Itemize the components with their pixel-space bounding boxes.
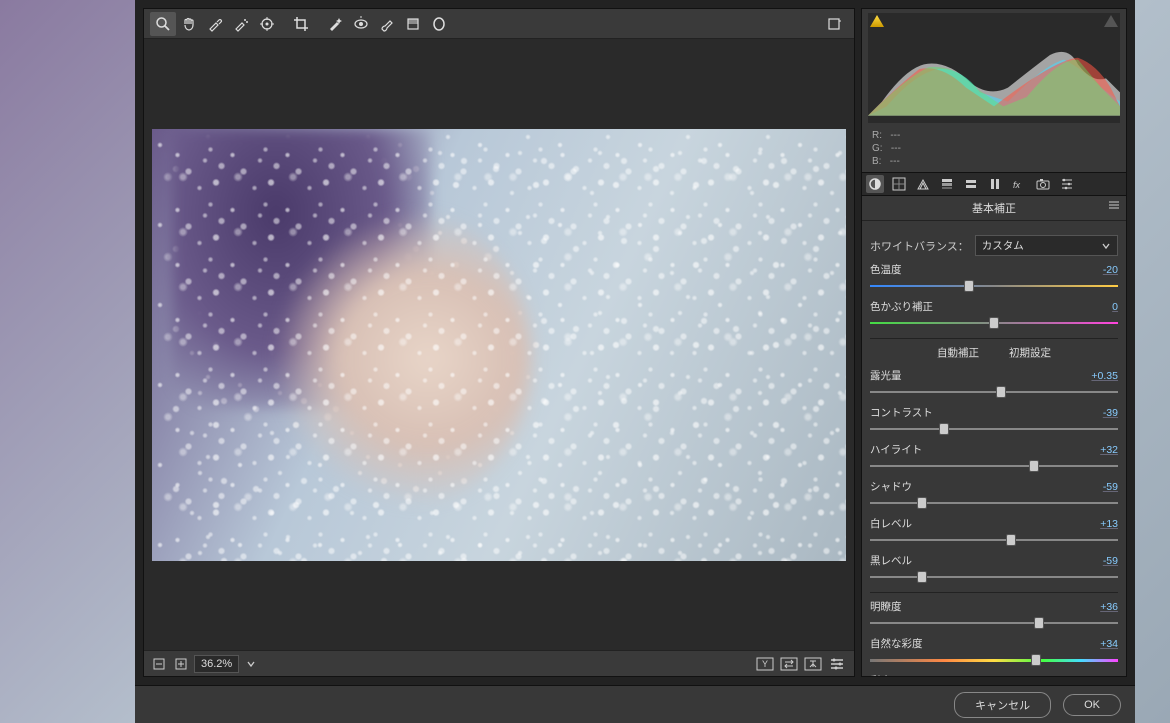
main-area: 36.2% Y <box>135 0 1135 685</box>
tool-toolbar <box>144 9 854 39</box>
tab-lens-icon[interactable] <box>986 175 1004 193</box>
auto-button[interactable]: 自動補正 <box>937 345 979 360</box>
spot-removal-icon[interactable] <box>322 12 348 36</box>
temp-value[interactable]: -20 <box>1090 264 1118 276</box>
zoom-dropdown-icon[interactable] <box>243 652 259 676</box>
tint-value[interactable]: 0 <box>1090 301 1118 313</box>
preview-panel: 36.2% Y <box>143 8 855 677</box>
panel-tabs: fx <box>862 172 1126 196</box>
zoom-tool-icon[interactable] <box>150 12 176 36</box>
tab-fx-icon[interactable]: fx <box>1010 175 1028 193</box>
clarity-label: 明瞭度 <box>870 599 902 614</box>
targeted-adjust-icon[interactable] <box>254 12 280 36</box>
temp-label: 色温度 <box>870 262 902 277</box>
tab-hsl-icon[interactable] <box>938 175 956 193</box>
contrast-label: コントラスト <box>870 405 933 420</box>
blacks-label: 黒レベル <box>870 553 912 568</box>
camera-raw-dialog: 36.2% Y <box>135 0 1135 723</box>
highlights-slider[interactable] <box>870 459 1118 473</box>
tab-basic-icon[interactable] <box>866 175 884 193</box>
clarity-value[interactable]: +36 <box>1090 601 1118 613</box>
color-sampler-icon[interactable] <box>228 12 254 36</box>
rgb-readout: R: --- G: --- B: --- <box>862 125 1126 172</box>
contrast-slider[interactable] <box>870 422 1118 436</box>
swap-view-icon[interactable] <box>778 652 800 676</box>
exposure-value[interactable]: +0.35 <box>1090 370 1118 382</box>
tint-slider[interactable] <box>870 316 1118 330</box>
zoom-level[interactable]: 36.2% <box>194 655 239 673</box>
blacks-value[interactable]: -59 <box>1090 555 1118 567</box>
adjustments-panel: R: --- G: --- B: --- fx 基本補正 <box>861 8 1127 677</box>
wb-eyedropper-icon[interactable] <box>202 12 228 36</box>
dialog-footer: キャンセル OK <box>135 685 1135 723</box>
tint-label: 色かぶり補正 <box>870 299 933 314</box>
before-after-y-icon[interactable]: Y <box>754 652 776 676</box>
basic-controls: ホワイトバランス： カスタム 色温度-20 色かぶり補正0 自動補正 初期設定 … <box>862 221 1126 676</box>
vibrance-label: 自然な彩度 <box>870 636 923 651</box>
default-button[interactable]: 初期設定 <box>1009 345 1051 360</box>
view-options-icon[interactable] <box>826 652 848 676</box>
blacks-slider[interactable] <box>870 570 1118 584</box>
preferences-icon[interactable] <box>822 12 848 36</box>
vibrance-value[interactable]: +34 <box>1090 638 1118 650</box>
zoom-out-icon[interactable] <box>150 652 168 676</box>
tab-detail-icon[interactable] <box>914 175 932 193</box>
clarity-slider[interactable] <box>870 616 1118 630</box>
cancel-button[interactable]: キャンセル <box>954 692 1051 718</box>
tab-split-icon[interactable] <box>962 175 980 193</box>
svg-text:Y: Y <box>762 659 768 669</box>
exposure-slider[interactable] <box>870 385 1118 399</box>
saturation-label: 彩度 <box>870 673 891 676</box>
redeye-tool-icon[interactable] <box>348 12 374 36</box>
preview-bottom-bar: 36.2% Y <box>144 650 854 676</box>
wb-select[interactable]: カスタム <box>975 235 1118 256</box>
hand-tool-icon[interactable] <box>176 12 202 36</box>
panel-menu-icon[interactable] <box>1108 200 1120 210</box>
whites-label: 白レベル <box>870 516 912 531</box>
exposure-label: 露光量 <box>870 368 902 383</box>
temp-slider[interactable] <box>870 279 1118 293</box>
whites-slider[interactable] <box>870 533 1118 547</box>
highlights-label: ハイライト <box>870 442 922 457</box>
shadows-label: シャドウ <box>870 479 912 494</box>
shadows-slider[interactable] <box>870 496 1118 510</box>
copy-settings-icon[interactable] <box>802 652 824 676</box>
radial-filter-icon[interactable] <box>426 12 452 36</box>
highlights-value[interactable]: +32 <box>1090 444 1118 456</box>
image-canvas <box>152 129 846 561</box>
crop-tool-icon[interactable] <box>288 12 314 36</box>
section-title: 基本補正 <box>862 196 1126 221</box>
wb-label: ホワイトバランス： <box>870 238 969 254</box>
tab-presets-icon[interactable] <box>1058 175 1076 193</box>
shadows-value[interactable]: -59 <box>1090 481 1118 493</box>
adjustment-brush-icon[interactable] <box>374 12 400 36</box>
svg-text:fx: fx <box>1013 180 1021 190</box>
zoom-in-icon[interactable] <box>172 652 190 676</box>
tab-camera-icon[interactable] <box>1034 175 1052 193</box>
vibrance-slider[interactable] <box>870 653 1118 667</box>
histogram[interactable] <box>868 13 1120 123</box>
contrast-value[interactable]: -39 <box>1090 407 1118 419</box>
tab-curve-icon[interactable] <box>890 175 908 193</box>
whites-value[interactable]: +13 <box>1090 518 1118 530</box>
saturation-value[interactable]: +9 <box>1090 675 1118 677</box>
image-preview[interactable] <box>144 39 854 650</box>
graduated-filter-icon[interactable] <box>400 12 426 36</box>
ok-button[interactable]: OK <box>1063 694 1121 716</box>
